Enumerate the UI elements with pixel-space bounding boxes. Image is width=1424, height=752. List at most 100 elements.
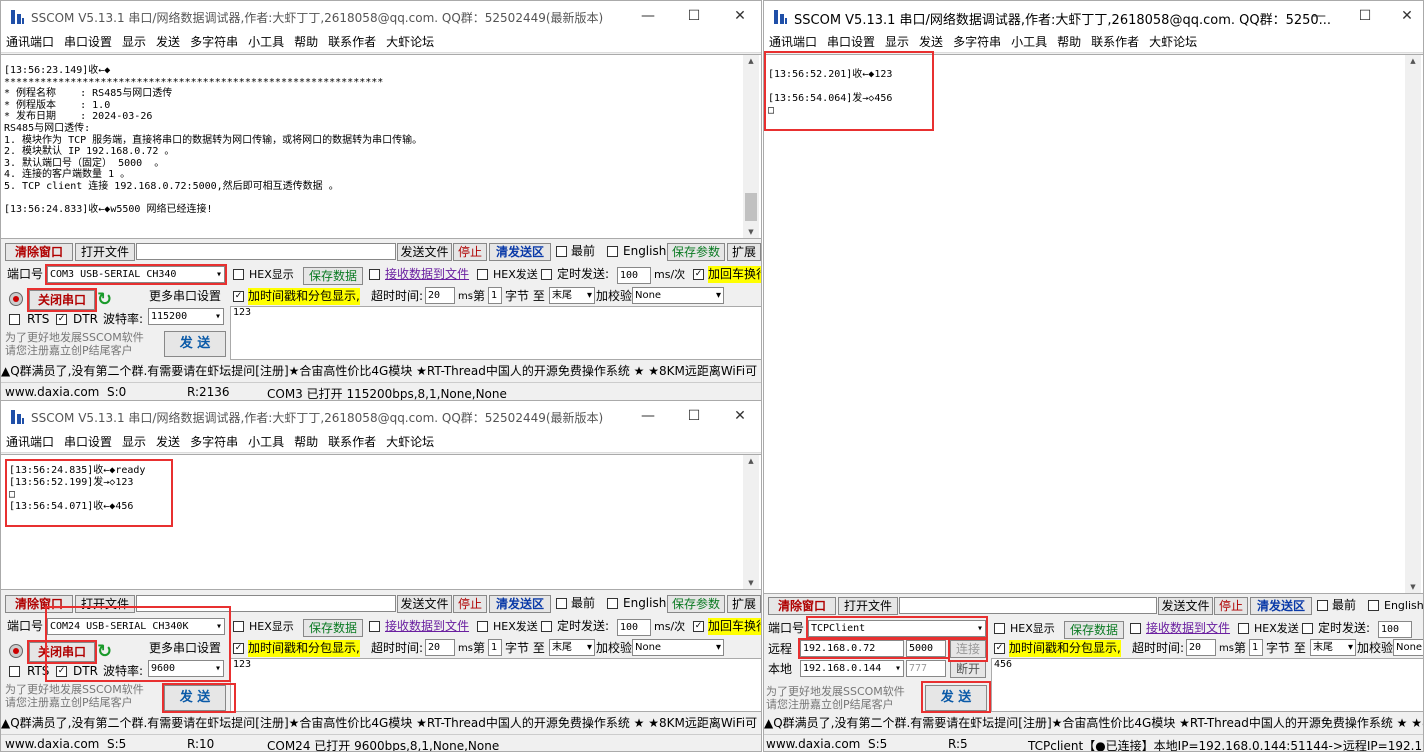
byte-start-field[interactable]: 1	[488, 287, 502, 304]
menu-item-tools[interactable]: 小工具	[243, 31, 289, 53]
rts-checkbox[interactable]	[9, 314, 20, 325]
maximize-icon[interactable]: ☐	[683, 5, 705, 27]
menu-item-contact[interactable]: 联系作者	[1086, 31, 1144, 53]
stop-button[interactable]: 停止	[453, 243, 487, 261]
menu-item-display[interactable]: 显示	[117, 431, 151, 453]
minimize-icon[interactable]: —	[637, 5, 659, 27]
add-crlf-checkbox[interactable]: ✓	[693, 269, 704, 280]
hex-show-checkbox[interactable]	[994, 623, 1005, 634]
menu-item-serial-settings[interactable]: 串口设置	[59, 31, 117, 53]
close-icon[interactable]: ✕	[729, 405, 751, 427]
expand-button[interactable]: 扩展	[727, 595, 761, 613]
send-file-button[interactable]: 发送文件	[397, 595, 452, 613]
clear-send-button[interactable]: 清发送区	[489, 595, 551, 613]
clear-window-button[interactable]: 清除窗口	[768, 597, 836, 615]
recv-file-label[interactable]: 接收数据到文件	[1146, 620, 1230, 637]
marquee[interactable]: ▲Q群满员了,没有第二个群.有需要请在虾坛提问[注册]★合宙高性价比4G模块 ★…	[1, 714, 761, 732]
top-checkbox[interactable]	[556, 246, 567, 257]
site-link[interactable]: www.daxia.com	[5, 737, 99, 751]
add-crlf-checkbox[interactable]: ✓	[693, 621, 704, 632]
timestamp-checkbox[interactable]: ✓	[233, 291, 244, 302]
timed-send-checkbox[interactable]	[541, 621, 552, 632]
recv-file-label[interactable]: 接收数据到文件	[385, 618, 469, 635]
marquee[interactable]: ▲Q群满员了,没有第二个群.有需要请在虾坛提问[注册]★合宙高性价比4G模块 ★…	[1, 362, 761, 380]
stop-button[interactable]: 停止	[1214, 597, 1248, 615]
close-icon[interactable]: ✕	[729, 5, 751, 27]
timed-send-checkbox[interactable]	[541, 269, 552, 280]
timed-send-checkbox[interactable]	[1302, 623, 1313, 634]
recv-file-checkbox[interactable]	[369, 269, 380, 280]
menu-item-help[interactable]: 帮助	[289, 431, 323, 453]
menu-item-multi-string[interactable]: 多字符串	[948, 31, 1006, 53]
site-link[interactable]: www.daxia.com	[766, 737, 860, 751]
site-link[interactable]: www.daxia.com	[5, 385, 99, 399]
menu-item-contact[interactable]: 联系作者	[323, 31, 381, 53]
minimize-icon[interactable]: —	[1308, 5, 1330, 27]
interval-field[interactable]: 100	[617, 619, 651, 636]
english-checkbox[interactable]	[607, 246, 618, 257]
menu-item-display[interactable]: 显示	[880, 31, 914, 53]
baud-select[interactable]: 115200	[148, 308, 224, 325]
top-checkbox[interactable]	[556, 598, 567, 609]
clear-window-button[interactable]: 清除窗口	[5, 243, 73, 261]
clear-send-button[interactable]: 清发送区	[1250, 597, 1312, 615]
tail-select[interactable]: 末尾	[549, 639, 595, 656]
save-data-button[interactable]: 保存数据	[1064, 621, 1124, 639]
file-path-field[interactable]	[136, 243, 396, 260]
maximize-icon[interactable]: ☐	[1354, 5, 1376, 27]
send-file-button[interactable]: 发送文件	[397, 243, 452, 261]
menu-item-port[interactable]: 通讯端口	[1, 431, 59, 453]
menu-item-send[interactable]: 发送	[151, 431, 185, 453]
menu-item-forum[interactable]: 大虾论坛	[1144, 31, 1202, 53]
expand-button[interactable]: 扩展	[727, 243, 761, 261]
menu-item-multi-string[interactable]: 多字符串	[185, 431, 243, 453]
menu-item-send[interactable]: 发送	[914, 31, 948, 53]
send-button[interactable]: 发 送	[164, 331, 226, 357]
menu-item-multi-string[interactable]: 多字符串	[185, 31, 243, 53]
timeout-field[interactable]: 20	[1186, 639, 1216, 656]
save-params-button[interactable]: 保存参数	[667, 595, 725, 613]
clear-send-button[interactable]: 清发送区	[489, 243, 551, 261]
menu-item-forum[interactable]: 大虾论坛	[381, 431, 439, 453]
marquee[interactable]: ▲Q群满员了,没有第二个群.有需要请在虾坛提问[注册]★合宙高性价比4G模块 ★…	[764, 714, 1423, 732]
send-text-area[interactable]: 456	[991, 658, 1423, 712]
recv-file-label[interactable]: 接收数据到文件	[385, 266, 469, 283]
menu-item-help[interactable]: 帮助	[289, 31, 323, 53]
maximize-icon[interactable]: ☐	[683, 405, 705, 427]
save-data-button[interactable]: 保存数据	[303, 619, 363, 637]
menu-item-port[interactable]: 通讯端口	[764, 31, 822, 53]
hex-show-checkbox[interactable]	[233, 621, 244, 632]
save-params-button[interactable]: 保存参数	[667, 243, 725, 261]
interval-field[interactable]: 100	[1378, 621, 1412, 638]
recv-file-checkbox[interactable]	[1130, 623, 1141, 634]
scrollbar[interactable]: ▲ ▼	[1405, 55, 1421, 593]
hex-send-checkbox[interactable]	[477, 621, 488, 632]
menu-item-contact[interactable]: 联系作者	[323, 431, 381, 453]
refresh-icon[interactable]: ↻	[97, 289, 112, 310]
tail-select[interactable]: 末尾	[1310, 639, 1356, 656]
open-file-button[interactable]: 打开文件	[838, 597, 898, 615]
send-text-area[interactable]: 123	[230, 658, 761, 712]
checksum-select[interactable]: None	[1393, 639, 1423, 656]
dtr-checkbox[interactable]: ✓	[56, 314, 67, 325]
menu-item-help[interactable]: 帮助	[1052, 31, 1086, 53]
send-text-area[interactable]: 123	[230, 306, 761, 360]
close-icon[interactable]: ✕	[1396, 5, 1418, 27]
timeout-field[interactable]: 20	[425, 639, 455, 656]
timeout-field[interactable]: 20	[425, 287, 455, 304]
english-checkbox[interactable]	[1368, 600, 1379, 611]
timestamp-checkbox[interactable]: ✓	[233, 643, 244, 654]
menu-item-tools[interactable]: 小工具	[1006, 31, 1052, 53]
menu-item-serial-settings[interactable]: 串口设置	[59, 431, 117, 453]
timestamp-checkbox[interactable]: ✓	[994, 643, 1005, 654]
menu-item-tools[interactable]: 小工具	[243, 431, 289, 453]
scrollbar[interactable]: ▲ ▼	[743, 455, 759, 589]
save-data-button[interactable]: 保存数据	[303, 267, 363, 285]
menu-item-send[interactable]: 发送	[151, 31, 185, 53]
byte-start-field[interactable]: 1	[1249, 639, 1263, 656]
hex-send-checkbox[interactable]	[1238, 623, 1249, 634]
open-file-button[interactable]: 打开文件	[75, 243, 135, 261]
tail-select[interactable]: 末尾	[549, 287, 595, 304]
disconnect-button[interactable]: 断开	[950, 660, 986, 678]
stop-button[interactable]: 停止	[453, 595, 487, 613]
